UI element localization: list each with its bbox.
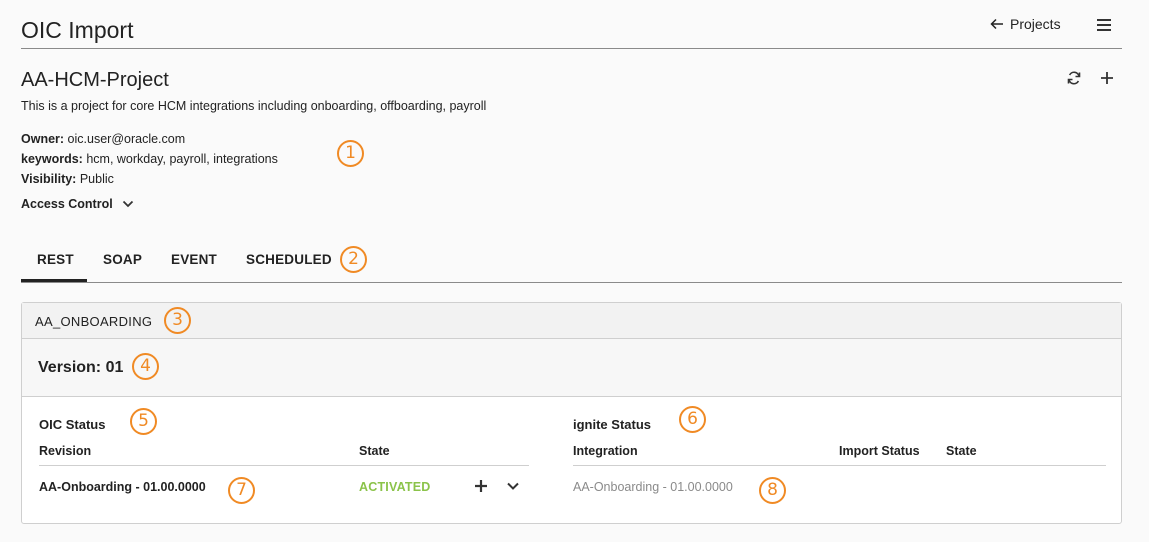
owner-label: Owner: [21, 132, 65, 146]
ignite-integration-cell: AA-Onboarding - 01.00.0000 [573, 480, 733, 494]
projects-nav-link[interactable]: Projects [990, 16, 1061, 32]
visibility-label: Visibility: [21, 172, 77, 186]
callout-marker: 8 [759, 477, 786, 504]
oic-state-cell: ACTIVATED [359, 480, 431, 494]
owner-value: oic.user@oracle.com [67, 132, 186, 146]
header-divider [21, 48, 1122, 49]
visibility-value: Public [79, 172, 114, 186]
chevron-down-icon[interactable] [505, 478, 521, 494]
tab-scheduled[interactable]: SCHEDULED [246, 252, 332, 267]
col-head-state: State [359, 444, 390, 458]
plus-icon[interactable] [1099, 70, 1115, 86]
integration-name: AA_ONBOARDING [35, 314, 153, 329]
ignite-status-header-rule [573, 465, 1106, 466]
callout-marker: 4 [132, 353, 159, 380]
callout-marker: 7 [228, 477, 255, 504]
chevron-down-icon [122, 200, 133, 208]
integration-panel: AA_ONBOARDING Version: 01 OIC Status Rev… [21, 302, 1122, 524]
callout-marker: 1 [337, 140, 364, 167]
arrow-left-icon [990, 18, 1003, 30]
callout-marker: 6 [679, 406, 706, 433]
callout-marker: 5 [130, 408, 157, 435]
version-label: Version: 01 [38, 359, 124, 376]
col-head-ignite-state: State [946, 444, 977, 458]
tab-event[interactable]: EVENT [171, 252, 217, 267]
oic-status-header-rule [39, 465, 529, 466]
owner-line: Owner: oic.user@oracle.com [21, 132, 185, 146]
tab-soap[interactable]: SOAP [103, 252, 142, 267]
access-control-label: Access Control [21, 197, 113, 211]
active-tab-indicator [21, 279, 87, 282]
callout-marker: 3 [164, 307, 191, 334]
keywords-line: keywords: hcm, workday, payroll, integra… [21, 152, 278, 166]
ignite-status-title: ignite Status [573, 417, 652, 432]
project-description: This is a project for core HCM integrati… [21, 99, 487, 113]
keywords-value: hcm, workday, payroll, integrations [86, 152, 278, 166]
col-head-integration: Integration [573, 444, 638, 458]
project-title: AA-HCM-Project [21, 69, 169, 91]
col-head-revision: Revision [39, 444, 92, 458]
visibility-line: Visibility: Public [21, 172, 114, 186]
app-title: OIC Import [21, 17, 134, 43]
hamburger-menu-icon[interactable] [1096, 17, 1112, 33]
refresh-icon[interactable] [1066, 70, 1082, 86]
integration-type-tabs: REST SOAP EVENT SCHEDULED [21, 240, 1122, 283]
access-control-toggle[interactable]: Access Control [21, 197, 135, 211]
oic-status-title: OIC Status [39, 417, 106, 432]
col-head-import-status: Import Status [839, 444, 920, 458]
version-bar: Version: 01 [22, 339, 1121, 397]
callout-marker: 2 [340, 246, 367, 273]
tab-rest[interactable]: REST [37, 252, 74, 267]
projects-nav-label: Projects [1010, 16, 1061, 32]
keywords-label: keywords: [21, 152, 83, 166]
plus-icon[interactable] [473, 478, 489, 494]
oic-revision-cell: AA-Onboarding - 01.00.0000 [39, 480, 206, 494]
